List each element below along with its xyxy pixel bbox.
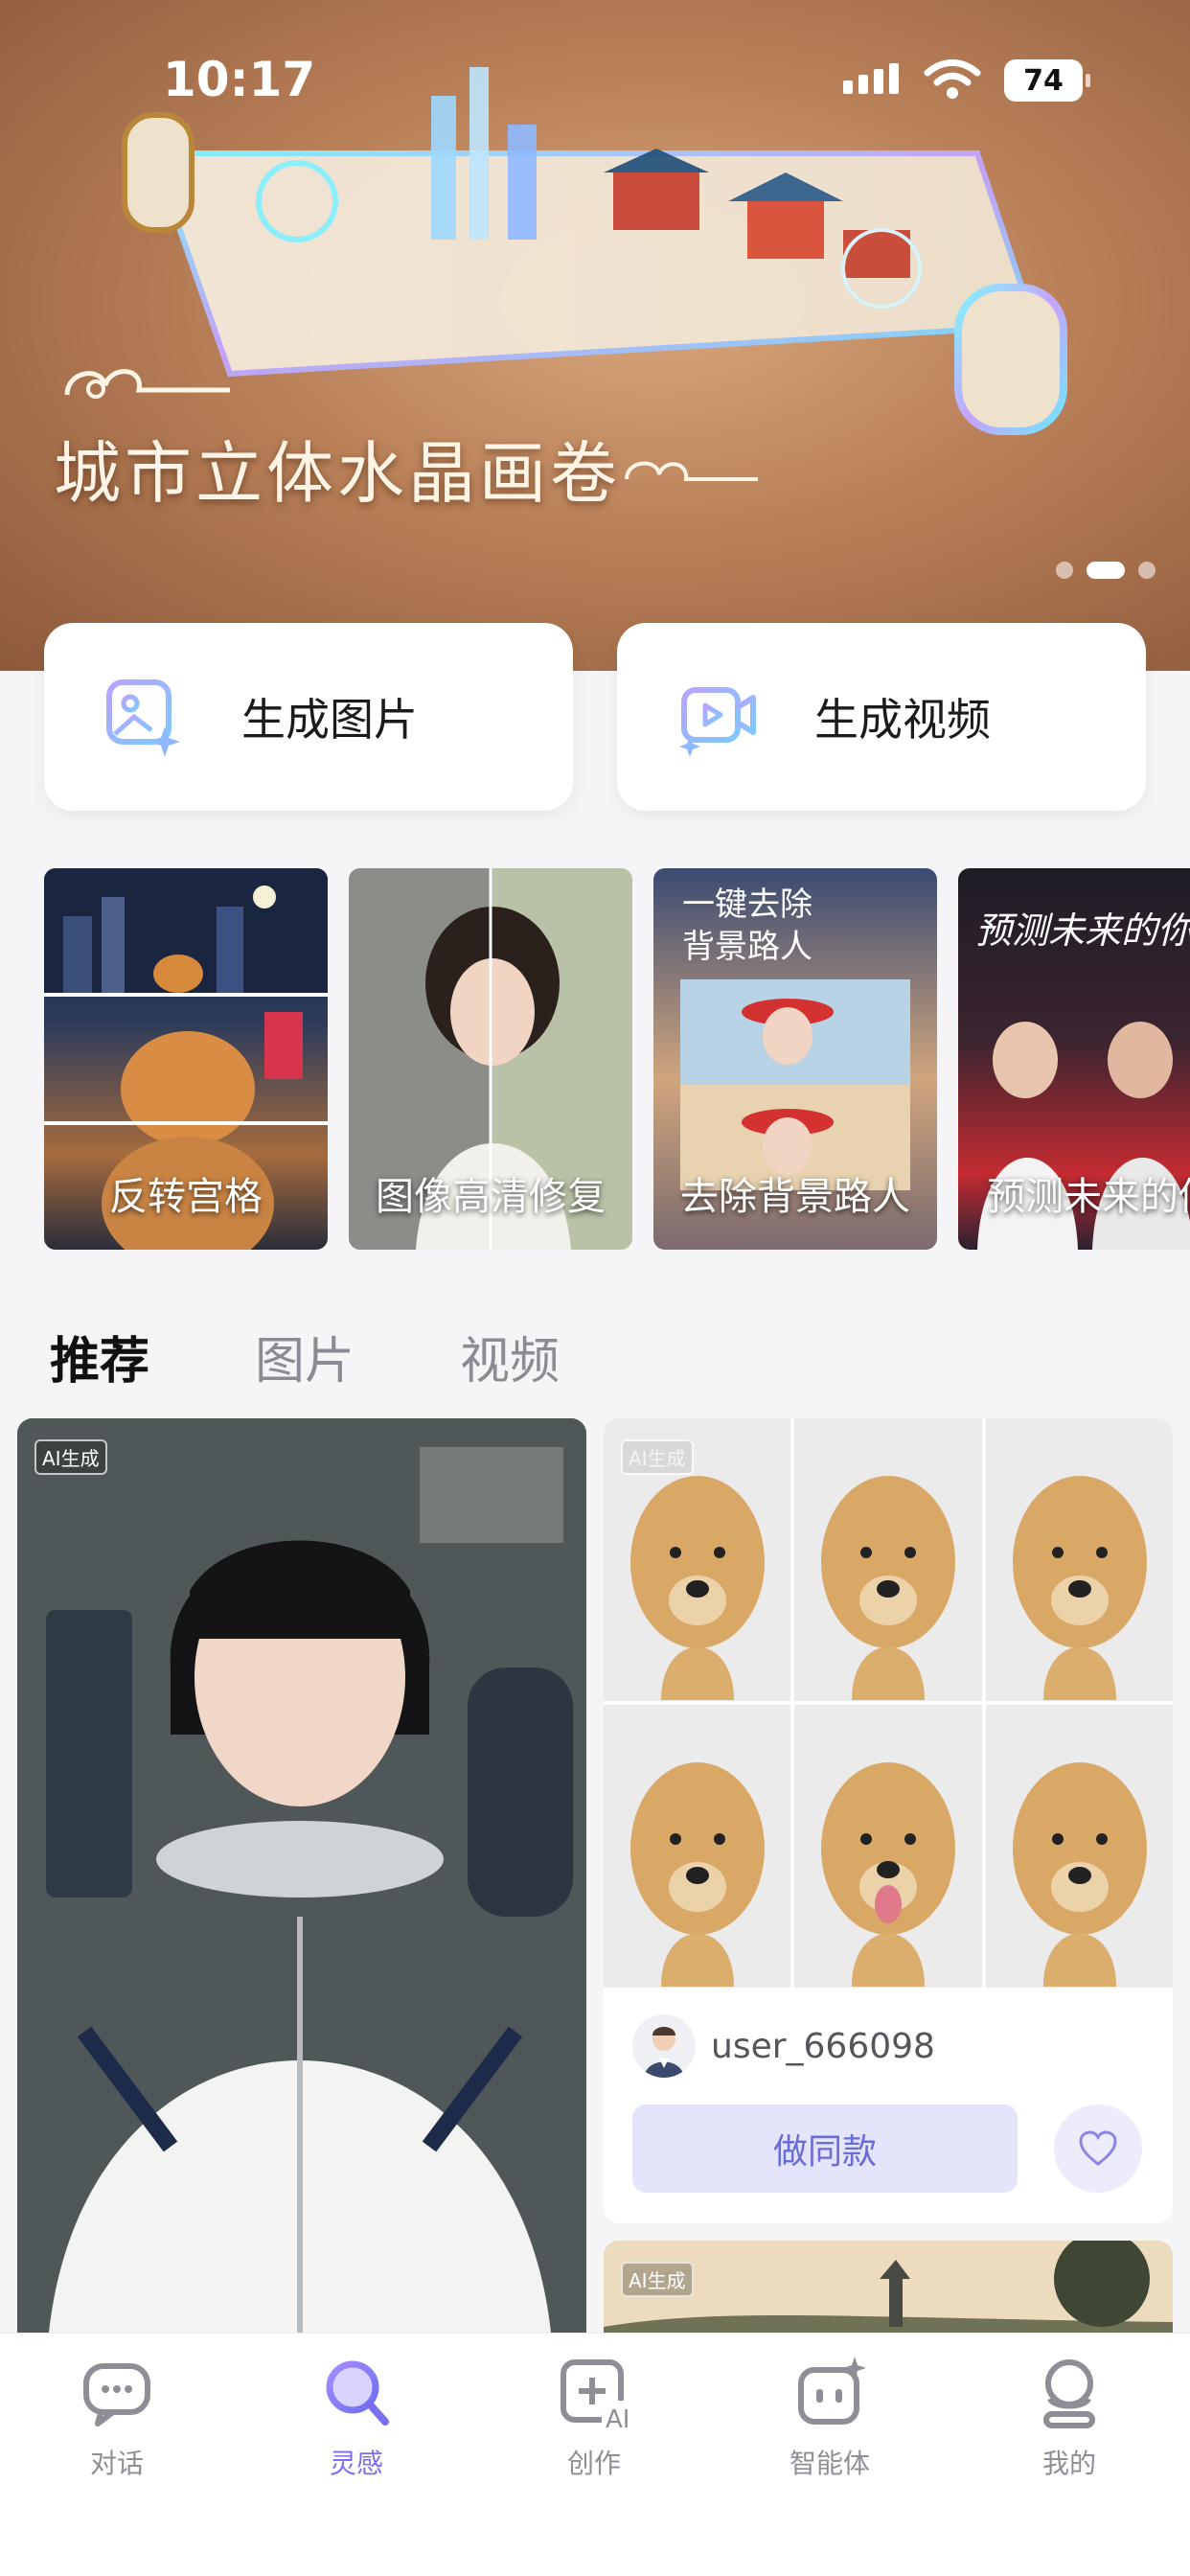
dog-image — [985, 1418, 1173, 1701]
generate-image-button[interactable]: 生成图片 — [44, 623, 573, 811]
agent-icon — [798, 2357, 866, 2425]
profile-icon — [1043, 2359, 1095, 2428]
make-same-button[interactable]: 做同款 — [632, 2104, 1018, 2193]
tab-recommend[interactable]: 推荐 — [50, 1321, 149, 1392]
search-icon — [326, 2360, 389, 2426]
feature-tile-remove-background-people[interactable]: 一键去除 背景路人 去除背景路人 — [653, 868, 937, 1250]
image-sparkle-icon — [106, 679, 180, 757]
nav-chat[interactable]: 对话 — [40, 2355, 194, 2481]
cloud-ornament-icon — [625, 461, 758, 481]
ai-generated-badge: AI生成 — [621, 2262, 694, 2297]
author-username[interactable]: user_666098 — [711, 2027, 935, 2066]
nav-create[interactable]: AI 创作 — [517, 2355, 671, 2481]
nav-label: 对话 — [89, 2448, 144, 2479]
feed-tabs: 推荐 图片 视频 — [50, 1321, 560, 1392]
tab-images[interactable]: 图片 — [255, 1321, 355, 1392]
carousel-dot-active — [1087, 562, 1125, 579]
wifi-icon — [924, 59, 981, 99]
bottom-navigation: 对话 灵感 AI 创作 智能体 我的 — [0, 2333, 1190, 2576]
svg-text:AI: AI — [606, 2405, 629, 2431]
chat-icon — [83, 2363, 150, 2426]
feature-tile-predict-future[interactable]: 预测未来的你 预测未来的你 — [958, 868, 1190, 1250]
cellular-signal-icon — [843, 63, 899, 94]
nav-label: 灵感 — [329, 2448, 383, 2479]
carousel-dot — [1056, 562, 1073, 579]
dog-image — [985, 1705, 1173, 1988]
feature-tile-label: 去除背景路人 — [680, 1175, 910, 1219]
author-row[interactable]: user_666098 — [632, 2014, 935, 2078]
tab-videos[interactable]: 视频 — [460, 1321, 560, 1392]
video-sparkle-icon — [679, 687, 756, 757]
create-ai-icon: AI — [561, 2359, 632, 2434]
dog-image — [794, 1705, 982, 1988]
feature-tile-label: 反转宫格 — [109, 1175, 263, 1219]
like-button[interactable] — [1054, 2104, 1142, 2193]
nav-agent[interactable]: 智能体 — [753, 2355, 906, 2481]
heart-icon — [1079, 2130, 1117, 2166]
feature-tile-reverse-grid[interactable]: 反转宫格 — [44, 868, 328, 1250]
dog-image — [604, 1705, 791, 1988]
generate-video-label: 生成视频 — [814, 694, 991, 746]
avatar[interactable] — [632, 2014, 696, 2078]
status-time: 10:17 — [163, 52, 316, 107]
dog-image-grid — [604, 1418, 1173, 1988]
nav-label: 我的 — [1041, 2448, 1096, 2479]
battery-indicator: 74 — [1004, 59, 1090, 102]
cloud-ornament-icon — [64, 369, 230, 399]
feed-card-astronaut[interactable]: AI生成 — [17, 1418, 586, 2377]
generate-video-button[interactable]: 生成视频 — [617, 623, 1146, 811]
feature-carousel[interactable]: 反转宫格 图像高清修复 一键去除 背景路人 去除背景路人 预测未来的你 预测未来… — [44, 868, 1190, 1252]
feature-tile-hd-restore[interactable]: 图像高清修复 — [349, 868, 632, 1250]
feature-tile-label: 预测未来的你 — [987, 1175, 1190, 1219]
nav-label: 创作 — [566, 2448, 621, 2479]
nav-inspiration[interactable]: 灵感 — [280, 2355, 433, 2481]
carousel-dot — [1138, 562, 1156, 579]
nav-label: 智能体 — [789, 2448, 870, 2479]
ai-generated-badge: AI生成 — [34, 1439, 107, 1475]
feature-tile-overlay-text: 预测未来的你 — [975, 909, 1190, 952]
ai-generated-badge: AI生成 — [621, 1439, 694, 1475]
feature-tile-label: 图像高清修复 — [376, 1175, 606, 1219]
generate-image-label: 生成图片 — [241, 694, 418, 746]
carousel-indicator — [1056, 562, 1156, 579]
astronaut-portrait-image — [17, 1418, 586, 2377]
banner-title: 城市立体水晶画卷 — [54, 434, 621, 513]
nav-profile[interactable]: 我的 — [993, 2355, 1146, 2481]
status-bar: 10:17 74 — [0, 0, 1190, 144]
feature-tile-overlay-text: 一键去除 背景路人 — [682, 886, 812, 966]
dog-image — [794, 1418, 982, 1701]
feed-card-dogs[interactable]: AI生成 user_666098 做同款 — [604, 1418, 1173, 2223]
